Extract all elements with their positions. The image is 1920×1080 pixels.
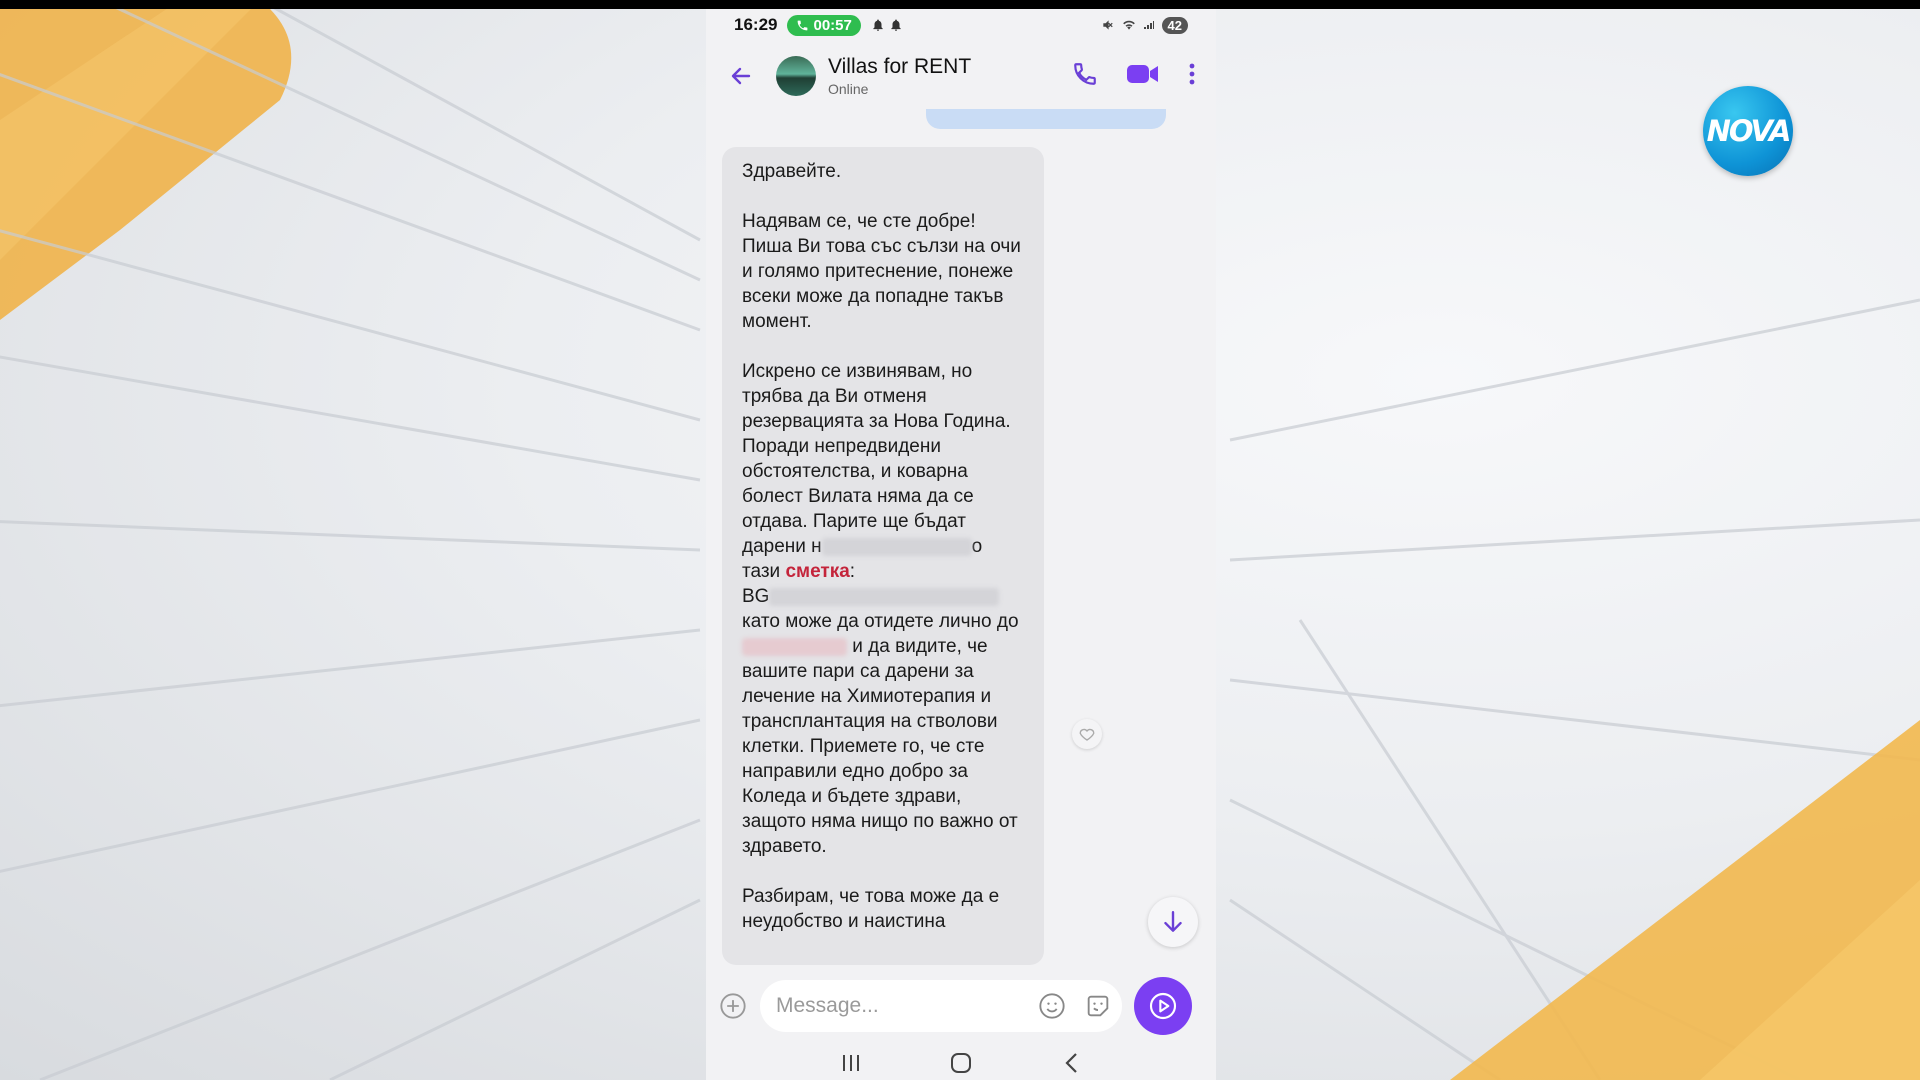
system-status-icons: 42 xyxy=(1101,16,1188,34)
notification-bell-icon xyxy=(891,19,901,31)
status-bar: 16:29 00:57 42 xyxy=(706,9,1216,41)
message-greeting: Здравейте. xyxy=(742,161,842,182)
wifi-icon xyxy=(1122,20,1135,30)
system-navigation-bar xyxy=(706,1045,1216,1080)
redacted-text xyxy=(821,537,972,556)
message-paragraph: Искрено се извинявам, но трябва да Ви от… xyxy=(742,359,1024,859)
video-call-button[interactable] xyxy=(1126,61,1160,92)
previous-message-bubble[interactable] xyxy=(926,109,1166,129)
plus-circle-icon xyxy=(720,993,746,1019)
channel-logo: NOVA xyxy=(1703,86,1793,176)
phone-icon xyxy=(1074,62,1096,85)
back-button[interactable] xyxy=(726,61,756,91)
header-actions xyxy=(1072,61,1196,92)
system-back-button[interactable] xyxy=(1051,1048,1091,1078)
message-text: о xyxy=(971,536,983,557)
iban-prefix: BG xyxy=(742,586,770,607)
recent-apps-button[interactable] xyxy=(831,1048,871,1078)
recents-icon xyxy=(843,1054,859,1071)
composer-icons xyxy=(1038,992,1112,1020)
mute-icon xyxy=(1102,20,1113,30)
message-text: Искрено се извинявам, но трябва да Ви от… xyxy=(742,361,1011,557)
top-black-bar xyxy=(0,0,1920,9)
react-button[interactable] xyxy=(1072,719,1102,749)
send-button[interactable] xyxy=(1134,977,1192,1035)
notification-bell-icon xyxy=(873,19,883,31)
message-composer xyxy=(706,967,1216,1045)
arrow-down-icon xyxy=(1164,911,1182,932)
message-text: и да видите, че вашите пари са дарени за… xyxy=(742,636,1018,857)
scroll-to-bottom-button[interactable] xyxy=(1148,897,1198,947)
notification-icons xyxy=(871,18,903,32)
active-call-pill[interactable]: 00:57 xyxy=(787,14,861,36)
video-camera-icon xyxy=(1127,64,1158,83)
add-attachment-button[interactable] xyxy=(718,991,748,1021)
status-time: 16:29 xyxy=(734,15,778,34)
contact-avatar[interactable] xyxy=(776,56,816,96)
call-duration: 00:57 xyxy=(813,16,852,34)
signal-icon xyxy=(1143,21,1154,29)
redacted-text xyxy=(742,637,847,656)
more-options-button[interactable] xyxy=(1188,62,1196,91)
message-text: тази xyxy=(742,561,781,582)
sticker-icon[interactable] xyxy=(1084,992,1112,1020)
voice-call-button[interactable] xyxy=(1072,61,1098,92)
message-paragraph: Разбирам, че това може да е неудобство и… xyxy=(742,886,1000,932)
battery-indicator: 42 xyxy=(1161,16,1188,34)
incoming-message-bubble[interactable]: Здравейте. Надявам се, че сте добре! Пиш… xyxy=(722,147,1044,965)
redacted-iban xyxy=(769,587,1000,606)
contact-info[interactable]: Villas for RENT Online xyxy=(828,55,971,97)
home-button[interactable] xyxy=(941,1048,981,1078)
chevron-left-icon xyxy=(1065,1052,1077,1073)
phone-screen: 16:29 00:57 42 Villas for RENT Online Зд… xyxy=(706,9,1216,1080)
message-paragraph: Надявам се, че сте добре! Пиша Ви това с… xyxy=(742,211,1021,332)
contact-name: Villas for RENT xyxy=(828,55,972,78)
channel-logo-text: NOVA xyxy=(1706,114,1792,148)
message-link[interactable]: сметка xyxy=(785,561,849,582)
call-pill-phone-icon xyxy=(798,20,808,30)
message-text: : xyxy=(849,561,856,582)
contact-status: Online xyxy=(828,81,869,97)
message-input[interactable] xyxy=(774,993,1008,1019)
message-text: като може да отидете лично до xyxy=(742,611,1019,632)
message-field[interactable] xyxy=(760,980,1122,1032)
emoji-icon[interactable] xyxy=(1038,992,1066,1020)
chat-header: Villas for RENT Online xyxy=(706,41,1216,111)
back-arrow-icon xyxy=(731,67,751,85)
home-icon xyxy=(951,1052,971,1073)
heart-icon xyxy=(1079,728,1095,741)
send-icon xyxy=(1149,992,1177,1020)
more-vert-icon xyxy=(1189,63,1195,84)
